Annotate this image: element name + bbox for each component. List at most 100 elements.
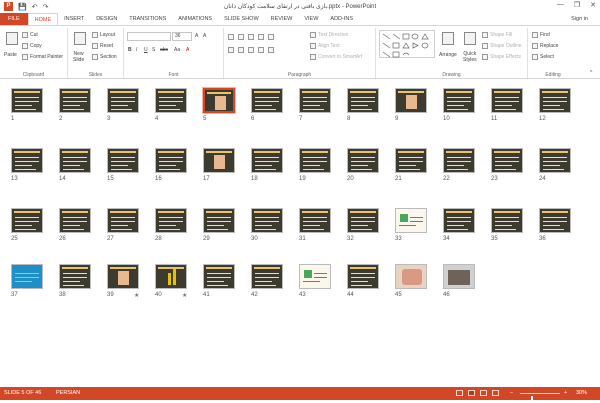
zoom-out-button[interactable]: −: [510, 390, 513, 396]
zoom-slider[interactable]: [520, 393, 560, 403]
slide-thumbnail[interactable]: [11, 148, 43, 173]
quick-styles-button[interactable]: Quick Styles: [463, 51, 477, 63]
reset-button[interactable]: Reset: [92, 43, 113, 49]
slide-thumbnail[interactable]: [155, 88, 187, 113]
slide-thumbnail[interactable]: [11, 88, 43, 113]
change-case-button[interactable]: Aa: [174, 47, 180, 53]
slide-thumbnail[interactable]: [491, 88, 523, 113]
layout-button[interactable]: Layout: [92, 32, 115, 38]
convert-smartart-button[interactable]: Convert to SmartArt: [310, 54, 362, 60]
bold-button[interactable]: B: [128, 47, 132, 53]
tab-insert[interactable]: INSERT: [58, 13, 90, 25]
slide-thumbnail[interactable]: [203, 148, 235, 173]
paste-button[interactable]: Paste: [4, 52, 17, 58]
slide-thumbnail[interactable]: [107, 264, 139, 289]
slide-thumbnail[interactable]: [155, 264, 187, 289]
restore-button[interactable]: ❐: [574, 1, 580, 9]
numbering-icon[interactable]: [238, 34, 244, 40]
grow-font-button[interactable]: A: [195, 33, 198, 39]
slide-thumbnail[interactable]: [347, 148, 379, 173]
sign-in-link[interactable]: Sign in: [571, 16, 588, 22]
line-spacing-icon[interactable]: [268, 34, 274, 40]
slide-thumbnail[interactable]: [443, 208, 475, 233]
italic-button[interactable]: I: [136, 47, 137, 53]
format-painter-button[interactable]: Format Painter: [22, 54, 63, 60]
tab-add-ins[interactable]: ADD-INS: [324, 13, 359, 25]
slide-thumbnail[interactable]: [443, 264, 475, 289]
minimize-button[interactable]: —: [557, 1, 564, 9]
slide-thumbnail[interactable]: [443, 148, 475, 173]
tab-file[interactable]: FILE: [0, 13, 28, 25]
slide-thumbnail[interactable]: [59, 264, 91, 289]
strikethrough-button[interactable]: abc: [160, 47, 168, 53]
tab-animations[interactable]: ANIMATIONS: [172, 13, 218, 25]
zoom-level[interactable]: 30%: [576, 390, 587, 396]
slide-thumbnail[interactable]: [251, 208, 283, 233]
slide-thumbnail[interactable]: [251, 88, 283, 113]
tab-review[interactable]: REVIEW: [265, 13, 299, 25]
slide-thumbnail[interactable]: [107, 88, 139, 113]
tab-slide-show[interactable]: SLIDE SHOW: [218, 13, 265, 25]
slide-sorter-view-icon[interactable]: [468, 390, 475, 396]
slide-thumbnail[interactable]: [299, 148, 331, 173]
shapes-gallery[interactable]: [379, 30, 435, 58]
increase-indent-icon[interactable]: [258, 34, 264, 40]
justify-icon[interactable]: [258, 47, 264, 53]
section-button[interactable]: Section: [92, 54, 117, 60]
arrange-button[interactable]: Arrange: [439, 52, 457, 58]
slide-thumbnail[interactable]: [539, 208, 571, 233]
slide-thumbnail[interactable]: [299, 208, 331, 233]
quick-styles-icon[interactable]: [464, 32, 476, 45]
animation-star-icon[interactable]: ★: [182, 292, 187, 299]
slide-thumbnail[interactable]: [539, 88, 571, 113]
slide-thumbnail[interactable]: [11, 264, 43, 289]
slide-thumbnail[interactable]: [347, 208, 379, 233]
slide-thumbnail[interactable]: [59, 208, 91, 233]
slide-thumbnail[interactable]: [395, 264, 427, 289]
slide-thumbnail[interactable]: [395, 148, 427, 173]
slide-thumbnail[interactable]: [443, 88, 475, 113]
slide-thumbnail[interactable]: [491, 208, 523, 233]
slide-thumbnail[interactable]: [491, 148, 523, 173]
collapse-ribbon-icon[interactable]: ^: [590, 70, 592, 76]
tab-home[interactable]: HOME: [27, 13, 59, 25]
normal-view-icon[interactable]: [456, 390, 463, 396]
new-slide-icon[interactable]: [74, 32, 86, 45]
slide-thumbnail[interactable]: [107, 208, 139, 233]
slide-show-view-icon[interactable]: [492, 390, 499, 396]
slide-thumbnail[interactable]: [107, 148, 139, 173]
slide-thumbnail[interactable]: [155, 148, 187, 173]
find-button[interactable]: Find: [532, 32, 550, 38]
font-name-dropdown[interactable]: [127, 32, 171, 41]
slide-thumbnail[interactable]: [251, 148, 283, 173]
slide-thumbnail[interactable]: [395, 208, 427, 233]
align-right-icon[interactable]: [248, 47, 254, 53]
language-indicator[interactable]: PERSIAN: [56, 390, 80, 396]
font-size-dropdown[interactable]: 36: [172, 32, 192, 41]
animation-star-icon[interactable]: ★: [134, 292, 139, 299]
font-color-button[interactable]: A: [186, 47, 189, 53]
align-text-button[interactable]: Align Text: [310, 43, 340, 49]
slide-thumbnail[interactable]: [539, 148, 571, 173]
slide-thumbnail[interactable]: [59, 148, 91, 173]
slide-thumbnail[interactable]: [299, 264, 331, 289]
tab-design[interactable]: DESIGN: [90, 13, 123, 25]
underline-button[interactable]: U: [144, 47, 148, 53]
decrease-indent-icon[interactable]: [248, 34, 254, 40]
shadow-button[interactable]: S: [152, 47, 155, 53]
zoom-in-button[interactable]: +: [564, 390, 567, 396]
copy-button[interactable]: Copy: [22, 43, 42, 49]
text-direction-button[interactable]: Text Direction: [310, 32, 348, 38]
cut-button[interactable]: Cut: [22, 32, 38, 38]
shrink-font-button[interactable]: A: [203, 33, 206, 39]
reading-view-icon[interactable]: [480, 390, 487, 396]
slide-thumbnail[interactable]: [299, 88, 331, 113]
columns-icon[interactable]: [268, 47, 274, 53]
slide-thumbnail[interactable]: [347, 88, 379, 113]
tab-view[interactable]: VIEW: [298, 13, 324, 25]
select-button[interactable]: Select: [532, 54, 554, 60]
align-center-icon[interactable]: [238, 47, 244, 53]
slide-thumbnail[interactable]: [202, 87, 236, 114]
shape-fill-button[interactable]: Shape Fill: [482, 32, 512, 38]
shape-effects-button[interactable]: Shape Effects: [482, 54, 521, 60]
